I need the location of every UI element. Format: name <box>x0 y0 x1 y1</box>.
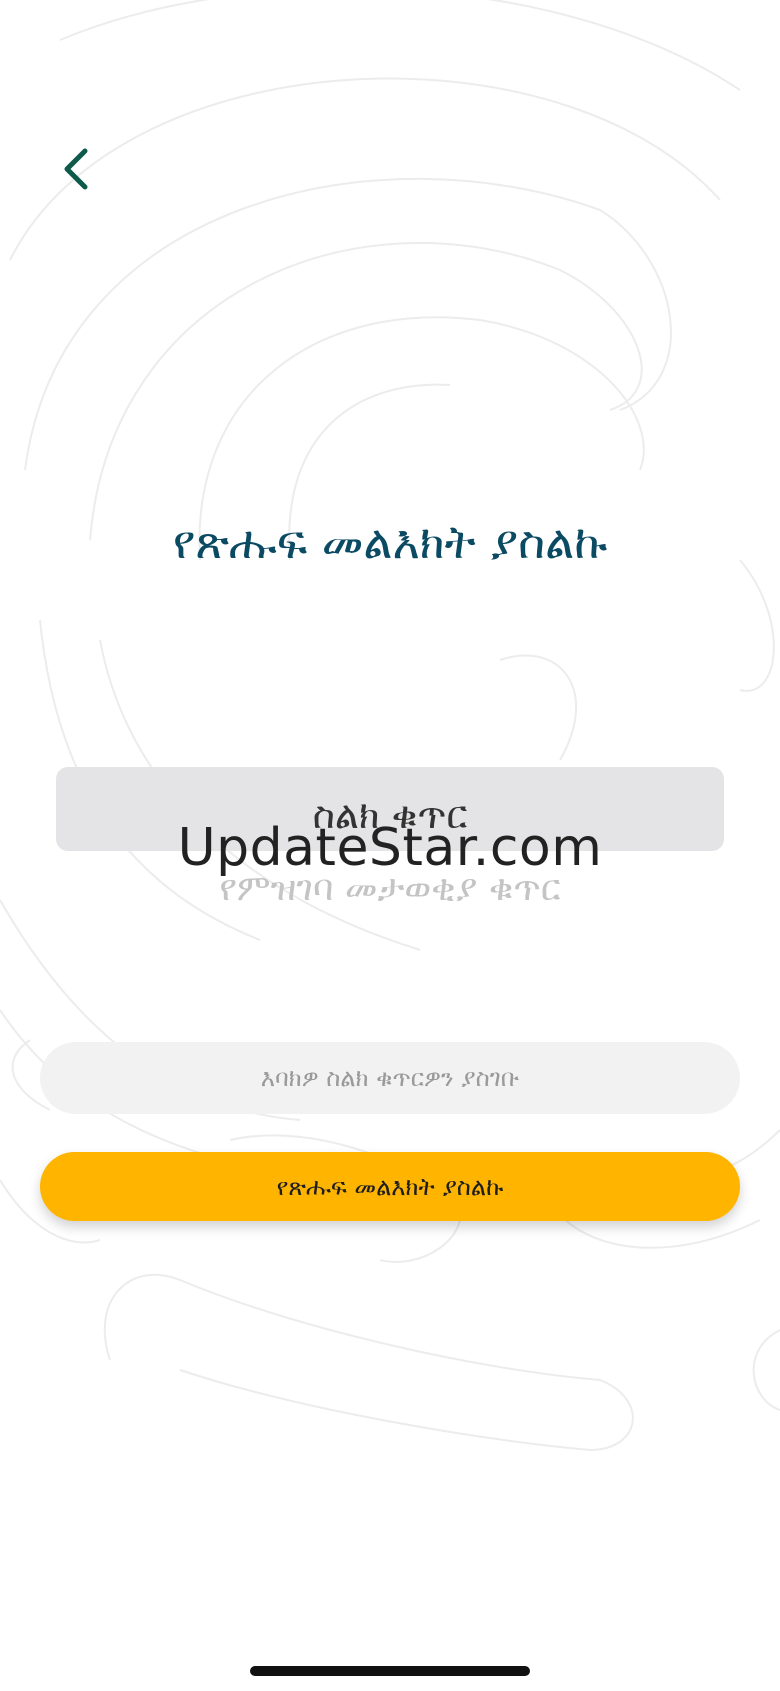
phone-number-input[interactable] <box>40 1042 740 1114</box>
chevron-left-icon <box>64 148 88 190</box>
home-indicator <box>250 1666 530 1676</box>
send-sms-button[interactable]: የጽሑፍ መልእክት ያስልኩ <box>40 1152 740 1221</box>
page-title: የጽሑፍ መልእክት ያስልኩ <box>172 515 608 569</box>
back-button[interactable] <box>52 140 100 198</box>
watermark-text: UpdateStar.com <box>177 818 603 878</box>
